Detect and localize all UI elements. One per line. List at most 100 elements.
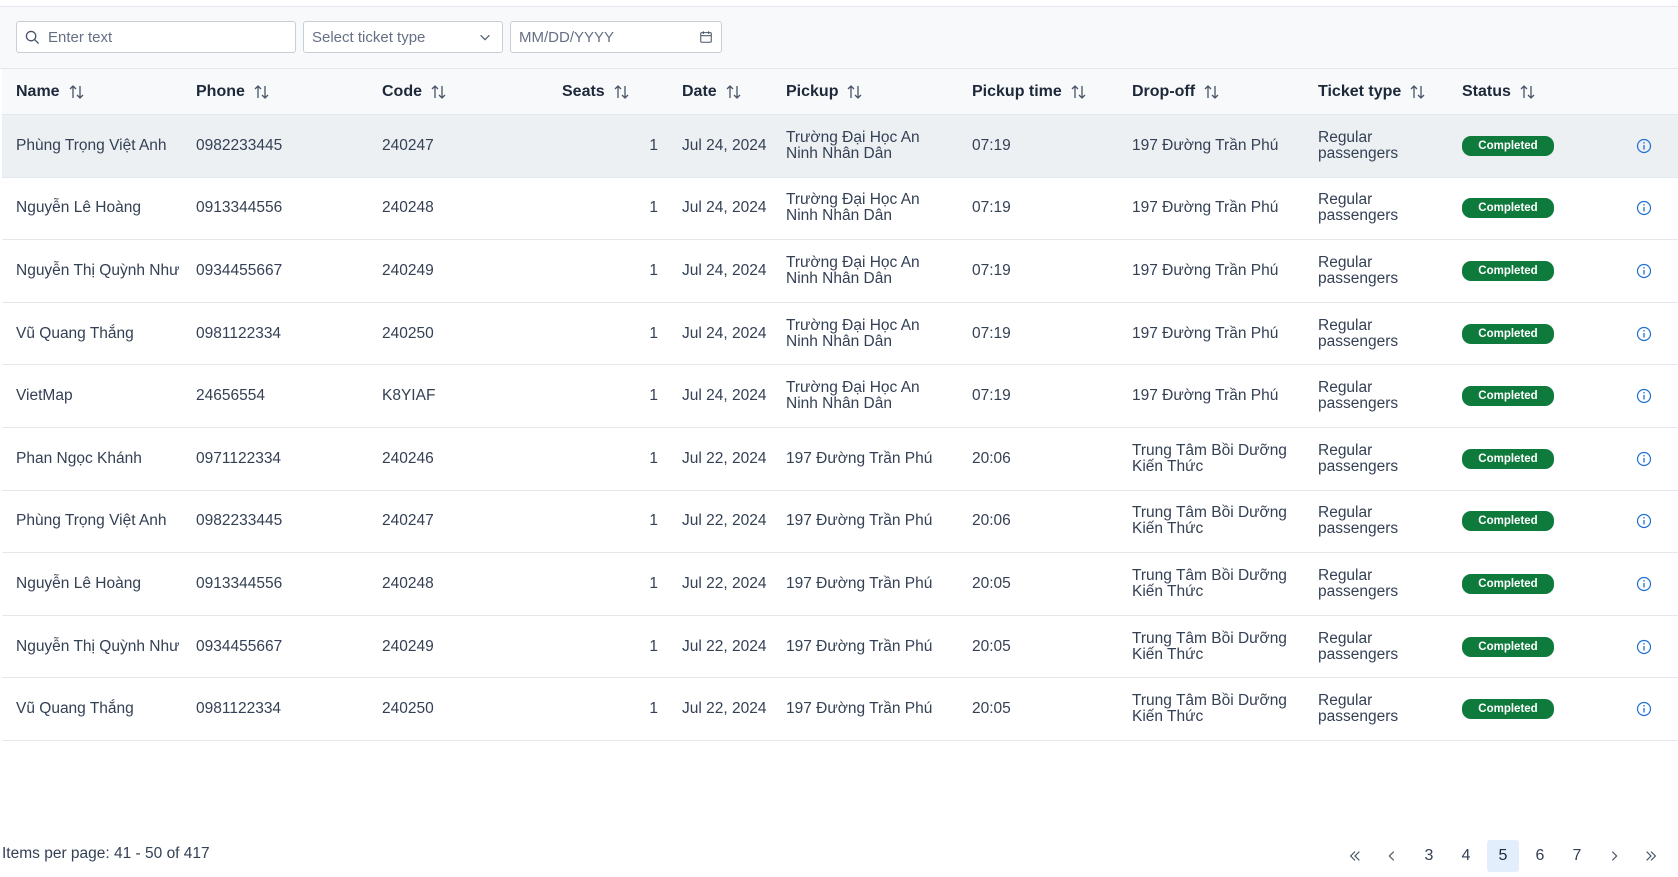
last-page-button[interactable] <box>1635 840 1667 872</box>
cell-pickup: 197 Đường Trần Phú <box>786 637 933 655</box>
info-icon[interactable] <box>1636 513 1652 529</box>
info-icon[interactable] <box>1636 451 1652 467</box>
cell-code: 240250 <box>382 324 434 342</box>
cell-seats: 1 <box>649 136 658 154</box>
column-header-dropoff[interactable]: Drop-off <box>1132 69 1221 115</box>
table-row[interactable]: Phùng Trọng Việt Anh 0982233445 240247 1 Jul… <box>2 490 1678 554</box>
page-button-4[interactable]: 4 <box>1450 840 1482 872</box>
status-badge: Completed <box>1462 448 1554 469</box>
first-page-button[interactable] <box>1339 840 1371 872</box>
cell-status: Completed <box>1462 115 1582 177</box>
cell-name: Vũ Quang Thắng <box>16 700 134 718</box>
cell-date: Jul 24, 2024 <box>682 387 767 405</box>
cell-dropoff: Trung Tâm Bồi Dưỡng Kiến Thức <box>1132 692 1287 726</box>
sort-icon[interactable] <box>846 84 864 100</box>
cell-date: Jul 22, 2024 <box>682 574 767 592</box>
table-row[interactable]: Nguyễn Lê Hoàng 0913344556 240248 1 Jul 22, … <box>2 553 1678 616</box>
status-badge: Completed <box>1462 198 1554 219</box>
date-picker[interactable]: MM/DD/YYYY <box>510 21 722 53</box>
sort-icon[interactable] <box>430 84 448 100</box>
cell-phone: 0982233445 <box>196 512 283 530</box>
cell-name: Nguyễn Thị Quỳnh Như <box>16 261 180 279</box>
cell-phone: 0913344556 <box>196 199 283 217</box>
info-icon[interactable] <box>1636 326 1652 342</box>
cell-date: Jul 24, 2024 <box>682 324 767 342</box>
sort-icon[interactable] <box>1070 84 1088 100</box>
cell-status: Completed <box>1462 616 1582 678</box>
cell-phone: 0934455667 <box>196 261 283 279</box>
search-box[interactable] <box>16 21 296 53</box>
calendar-icon[interactable] <box>699 30 713 44</box>
column-header-date[interactable]: Date <box>682 69 743 115</box>
info-icon[interactable] <box>1636 701 1652 717</box>
table-row[interactable]: Nguyễn Thị Quỳnh Như 0934455667 240249 1 Jul… <box>2 240 1678 303</box>
cell-status: Completed <box>1462 491 1582 553</box>
cell-name: Phan Ngọc Khánh <box>16 449 142 467</box>
cell-dropoff: 197 Đường Trần Phú <box>1132 136 1279 154</box>
sort-icon[interactable] <box>725 84 743 100</box>
table-row[interactable]: Phùng Trọng Việt Anh 0982233445 240247 1 Jul… <box>2 115 1678 178</box>
cell-seats: 1 <box>649 574 658 592</box>
cell-phone: 0981122334 <box>196 324 282 342</box>
page-button-3[interactable]: 3 <box>1413 840 1445 872</box>
cell-dropoff: Trung Tâm Bồi Dưỡng Kiến Thức <box>1132 629 1287 663</box>
info-icon[interactable] <box>1636 639 1652 655</box>
cell-pickup-time: 07:19 <box>972 199 1011 217</box>
cell-dropoff: Trung Tâm Bồi Dưỡng Kiến Thức <box>1132 441 1287 475</box>
page-button-7[interactable]: 7 <box>1561 840 1593 872</box>
prev-page-button[interactable] <box>1376 840 1408 872</box>
sort-icon[interactable] <box>1519 84 1537 100</box>
column-header-ticket-type[interactable]: Ticket type <box>1318 69 1427 115</box>
table-row[interactable]: Vũ Quang Thắng 0981122334 240250 1 Jul 24, 2… <box>2 302 1678 366</box>
cell-pickup-time: 20:05 <box>972 700 1011 718</box>
column-header-pickup-time[interactable]: Pickup time <box>972 69 1088 115</box>
cell-seats: 1 <box>649 512 658 530</box>
cell-pickup-time: 07:19 <box>972 324 1011 342</box>
table-row[interactable]: Nguyễn Lê Hoàng 0913344556 240248 1 Jul 24, … <box>2 177 1678 241</box>
cell-dropoff: Trung Tâm Bồi Dưỡng Kiến Thức <box>1132 504 1287 538</box>
status-badge: Completed <box>1462 636 1554 657</box>
info-icon[interactable] <box>1636 388 1652 404</box>
page-button-6[interactable]: 6 <box>1524 840 1556 872</box>
table-row[interactable]: Vũ Quang Thắng 0981122334 240250 1 Jul 22, 2… <box>2 678 1678 741</box>
sort-icon[interactable] <box>613 84 631 100</box>
column-header-phone[interactable]: Phone <box>196 69 271 115</box>
status-badge: Completed <box>1462 573 1554 594</box>
next-page-button[interactable] <box>1598 840 1630 872</box>
column-header-name[interactable]: Name <box>16 69 86 115</box>
ticket-type-select[interactable]: Select ticket type <box>303 21 503 53</box>
info-icon[interactable] <box>1636 263 1652 279</box>
cell-pickup: Trường Đại Học An Ninh Nhân Dân <box>786 253 920 287</box>
column-header-status[interactable]: Status <box>1462 69 1537 115</box>
ticket-type-placeholder: Select ticket type <box>312 28 426 46</box>
cell-pickup-time: 20:05 <box>972 637 1011 655</box>
table-row[interactable]: Nguyễn Thị Quỳnh Như 0934455667 240249 1 Jul… <box>2 615 1678 679</box>
column-header-pickup[interactable]: Pickup <box>786 69 864 115</box>
cell-status: Completed <box>1462 365 1582 427</box>
column-header-seats[interactable]: Seats <box>562 69 631 115</box>
cell-date: Jul 22, 2024 <box>682 449 767 467</box>
cell-phone: 0982233445 <box>196 136 283 154</box>
sort-icon[interactable] <box>253 84 271 100</box>
cell-ticket-type: Regular passengers <box>1318 191 1399 225</box>
info-icon[interactable] <box>1636 138 1652 154</box>
cell-code: 240248 <box>382 574 434 592</box>
cell-seats: 1 <box>649 637 658 655</box>
sort-icon[interactable] <box>68 84 86 100</box>
info-icon[interactable] <box>1636 200 1652 216</box>
sort-icon[interactable] <box>1409 84 1427 100</box>
sort-icon[interactable] <box>1203 84 1221 100</box>
table-row[interactable]: Phan Ngọc Khánh 0971122334 240246 1 Jul 22, … <box>2 427 1678 491</box>
column-header-code[interactable]: Code <box>382 69 448 115</box>
cell-pickup: 197 Đường Trần Phú <box>786 700 933 718</box>
status-badge: Completed <box>1462 135 1554 156</box>
cell-seats: 1 <box>649 700 658 718</box>
info-icon[interactable] <box>1636 576 1652 592</box>
cell-seats: 1 <box>649 449 658 467</box>
table-row[interactable]: VietMap 24656554 K8YIAF 1 Jul 24, 2024 Trường… <box>2 365 1678 428</box>
search-input[interactable] <box>48 28 278 46</box>
cell-ticket-type: Regular passengers <box>1318 441 1399 475</box>
page-button-5[interactable]: 5 <box>1487 840 1519 872</box>
cell-pickup: Trường Đại Học An Ninh Nhân Dân <box>786 379 920 413</box>
cell-code: 240247 <box>382 136 434 154</box>
